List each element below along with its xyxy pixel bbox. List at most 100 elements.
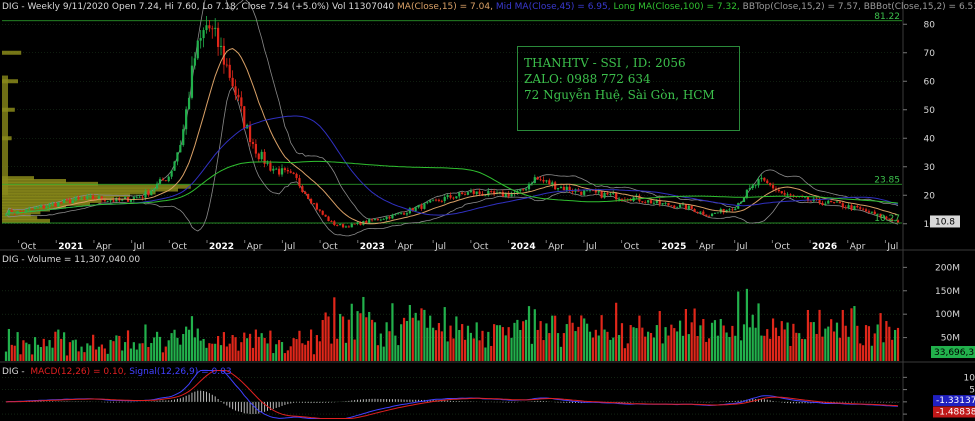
volume-bar bbox=[617, 335, 621, 361]
watermark-line-2: ZALO: 0988 772 634 bbox=[524, 72, 651, 86]
volume-bar bbox=[888, 326, 891, 361]
volume-bar bbox=[565, 324, 568, 361]
candle-body bbox=[748, 187, 751, 190]
candle-body bbox=[405, 213, 409, 215]
volume-bar bbox=[173, 329, 176, 361]
volume-bar bbox=[382, 346, 385, 361]
price-axis-label: 60 bbox=[924, 77, 936, 87]
candle-body bbox=[821, 202, 824, 205]
candle-body bbox=[272, 168, 275, 171]
candle-body bbox=[144, 191, 147, 198]
candle-body bbox=[606, 192, 609, 195]
header-bbbot: BBBot(Close,15,2) = 6.51 bbox=[863, 2, 975, 12]
volume-bar bbox=[225, 346, 228, 361]
volume-bar bbox=[57, 329, 60, 361]
volume-bar bbox=[699, 325, 702, 361]
volume-bar bbox=[513, 322, 516, 361]
candle-body bbox=[164, 180, 167, 182]
candle-body bbox=[742, 197, 746, 202]
volume-bar bbox=[16, 332, 19, 361]
candle-body bbox=[536, 177, 539, 180]
candle-body bbox=[556, 188, 560, 190]
volume-profile-bar bbox=[2, 50, 22, 55]
candle-body bbox=[307, 194, 310, 199]
volume-bar bbox=[687, 334, 690, 361]
volume-bar bbox=[667, 335, 670, 361]
volume-bar bbox=[31, 354, 34, 361]
volume-bar bbox=[13, 345, 16, 361]
volume-bar bbox=[80, 346, 83, 361]
stock-chart[interactable]: 80 70 60 50 40 30 20 10 81.22 23.85 10.27 10.8 Oct 20… bbox=[0, 0, 975, 421]
volume-bar bbox=[51, 347, 54, 361]
volume-bar bbox=[417, 320, 420, 361]
volume-bar bbox=[754, 327, 757, 361]
candle-body bbox=[699, 211, 702, 213]
volume-bar bbox=[350, 303, 353, 361]
time-axis-label: 2026 bbox=[812, 242, 837, 252]
chart-window: 80 70 60 50 40 30 20 10 81.22 23.85 10.27 10.8 Oct 20… bbox=[0, 0, 975, 421]
volume-bar bbox=[324, 312, 327, 361]
volume-bar bbox=[809, 322, 812, 361]
volume-bar bbox=[385, 322, 388, 361]
candle-body bbox=[539, 179, 542, 181]
volume-bar bbox=[562, 333, 565, 361]
volume-bar bbox=[429, 315, 432, 361]
candle-body bbox=[588, 190, 592, 191]
volume-bar bbox=[292, 338, 295, 361]
candle-body bbox=[562, 186, 565, 191]
volume-profile-bar bbox=[2, 75, 8, 196]
candle-body bbox=[382, 219, 385, 220]
volume-bar bbox=[786, 322, 789, 361]
volume-bar bbox=[214, 343, 217, 361]
volume-bar bbox=[678, 320, 682, 361]
volume-bar bbox=[286, 350, 289, 361]
volume-bar bbox=[434, 330, 438, 361]
candle-body bbox=[289, 171, 292, 173]
candle-body bbox=[385, 216, 388, 220]
volume-bar bbox=[734, 335, 737, 361]
volume-bar bbox=[893, 329, 897, 361]
volume-bar bbox=[161, 352, 164, 361]
candle-body bbox=[315, 203, 318, 210]
candle-body bbox=[678, 204, 682, 208]
candle-body bbox=[432, 199, 435, 201]
time-axis-label: Apr bbox=[247, 242, 263, 252]
candle-body bbox=[368, 219, 371, 223]
volume-bar bbox=[126, 330, 130, 361]
volume-bar bbox=[536, 329, 539, 361]
volume-bar bbox=[850, 308, 853, 361]
volume-bar bbox=[243, 332, 246, 361]
volume-bar bbox=[330, 343, 333, 361]
volume-axis-label: 100M bbox=[935, 310, 960, 320]
volume-bar bbox=[118, 335, 121, 361]
candle-body bbox=[600, 190, 603, 198]
candle-body bbox=[443, 196, 446, 202]
volume-bar bbox=[182, 334, 185, 361]
signal-line bbox=[5, 370, 899, 419]
candle-body bbox=[760, 177, 763, 180]
header-symbol: DIG - Weekly 9/11/2020 bbox=[2, 2, 110, 12]
volume-bar bbox=[806, 309, 810, 361]
candle-body bbox=[463, 193, 467, 195]
time-axis-label: Apr bbox=[548, 242, 564, 252]
candle-body bbox=[248, 124, 252, 143]
watermark-line-3: 72 Nguyễn Huệ, Sài Gòn, HCM bbox=[524, 88, 715, 102]
volume-bar bbox=[112, 341, 115, 361]
time-axis-label: Oct bbox=[473, 242, 489, 252]
volume-bar bbox=[838, 337, 841, 361]
volume-bar bbox=[376, 345, 380, 361]
candle-body bbox=[77, 197, 80, 199]
volume-bar bbox=[222, 332, 226, 361]
volume-bar bbox=[388, 331, 391, 361]
header-ma100: Long MA(Close,100) = 7.32, bbox=[613, 2, 740, 12]
candle-body bbox=[824, 203, 827, 205]
volume-bar bbox=[71, 340, 74, 361]
candle-body bbox=[370, 219, 374, 221]
candle-body bbox=[292, 172, 295, 174]
candle-body bbox=[458, 192, 461, 197]
candle-body bbox=[446, 195, 449, 197]
candle-body bbox=[196, 40, 199, 59]
time-axis-label: Jul bbox=[283, 242, 295, 252]
price-axis-label: 20 bbox=[924, 191, 936, 201]
volume-bar bbox=[170, 333, 173, 361]
